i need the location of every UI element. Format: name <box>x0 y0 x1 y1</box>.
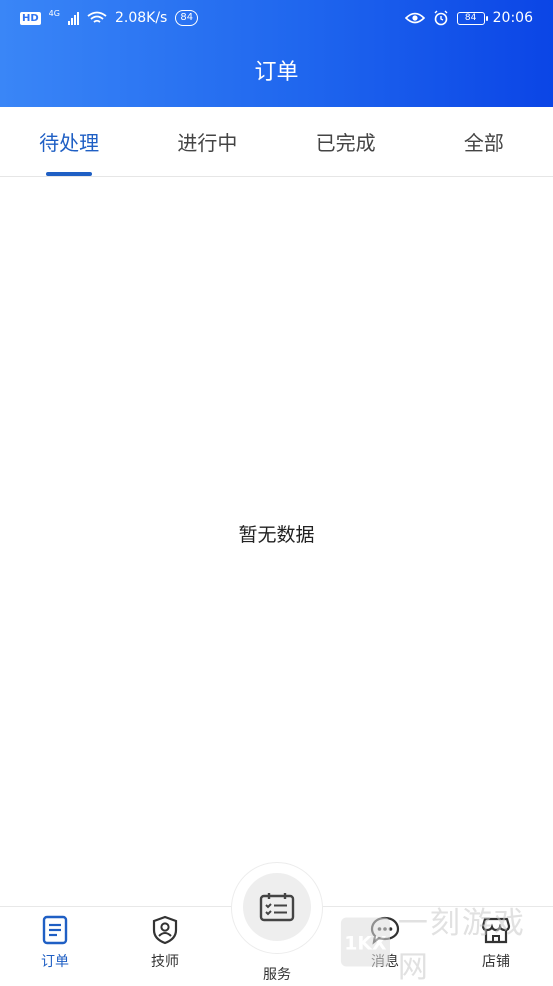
tab-in-progress[interactable]: 进行中 <box>138 107 276 176</box>
tab-completed-label: 已完成 <box>315 131 376 155</box>
shop-store-icon <box>481 917 511 944</box>
nav-label-orders: 订单 <box>41 954 69 970</box>
network-speed: 2.08K/s <box>114 10 168 26</box>
active-tab-indicator <box>46 172 93 176</box>
alarm-clock-icon <box>434 10 448 26</box>
network-type: 4G <box>48 8 60 18</box>
tab-all-label: 全部 <box>463 131 504 155</box>
nav-label-shop: 店铺 <box>482 954 510 970</box>
page-title: 订单 <box>254 60 299 85</box>
nav-item-shop[interactable]: 店铺 <box>456 915 536 971</box>
status-left: HD 4G 2.08K/s 84 <box>20 8 199 26</box>
nav-label-messages: 消息 <box>371 954 399 970</box>
wifi-icon <box>87 11 107 23</box>
hd-badge: HD <box>20 11 41 25</box>
battery-icon: 84 <box>456 11 488 25</box>
clock-time: 20:06 <box>492 10 533 26</box>
order-status-tabs: 待处理 进行中 已完成 全部 <box>0 107 553 177</box>
tab-in-progress-label: 进行中 <box>177 131 238 155</box>
eye-comfort-icon <box>404 12 425 24</box>
order-list-icon <box>42 915 68 945</box>
service-calendar-icon <box>259 893 295 922</box>
app-header: HD 4G 2.08K/s 84 84 20:06 订单 <box>0 0 553 107</box>
notification-count-badge: 84 <box>175 10 199 26</box>
message-bubble-icon <box>370 916 400 945</box>
battery-level: 84 <box>464 13 477 23</box>
status-right: 84 20:06 <box>404 10 533 26</box>
nav-item-orders[interactable]: 订单 <box>15 915 95 971</box>
signal-icon <box>67 11 79 25</box>
nav-label-service: 服务 <box>263 967 291 983</box>
tab-pending-label: 待处理 <box>39 131 100 155</box>
nav-item-technicians[interactable]: 技师 <box>125 915 205 971</box>
technician-shield-icon <box>152 915 178 945</box>
tab-completed[interactable]: 已完成 <box>277 107 415 176</box>
tab-pending[interactable]: 待处理 <box>0 107 138 176</box>
nav-item-service[interactable] <box>243 873 311 941</box>
status-bar: HD 4G 2.08K/s 84 84 20:06 <box>0 0 553 36</box>
nav-item-messages[interactable]: 消息 <box>345 915 425 971</box>
tab-all[interactable]: 全部 <box>415 107 553 176</box>
empty-state-text: 暂无数据 <box>238 524 315 546</box>
page-title-bar: 订单 <box>0 40 553 100</box>
nav-label-technicians: 技师 <box>151 954 179 970</box>
